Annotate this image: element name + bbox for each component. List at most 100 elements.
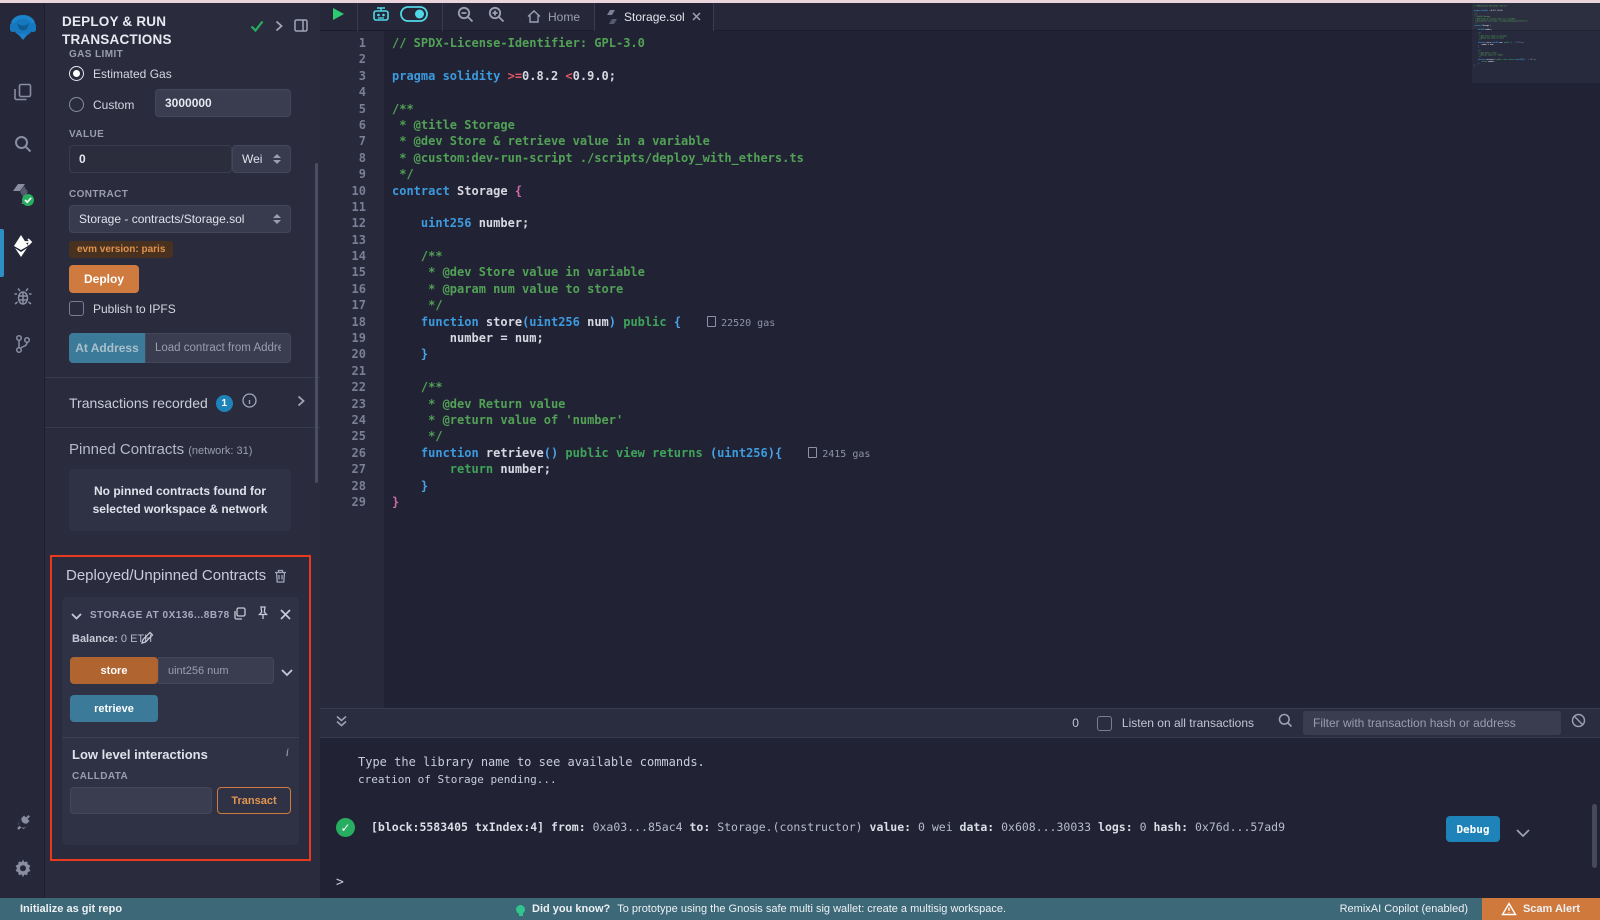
info-icon[interactable]: i — [286, 745, 289, 760]
pin-panel-icon[interactable] — [294, 19, 308, 37]
panel-scrollbar[interactable] — [315, 163, 318, 483]
terminal-scrollbar[interactable] — [1592, 804, 1597, 868]
code-line: 12 uint256 number; — [320, 215, 870, 231]
tab-home[interactable]: Home — [513, 10, 594, 24]
code-line: contract Storage { — [1474, 24, 1484, 26]
editor-toolbar: Home Storage.sol — [320, 3, 1600, 31]
debug-button[interactable]: Debug — [1446, 816, 1500, 842]
line-number: 15 — [320, 264, 366, 280]
collapse-terminal-icon[interactable] — [336, 714, 347, 732]
line-number: 17 — [320, 297, 366, 313]
remix-logo[interactable] — [0, 8, 45, 46]
expand-tx-chevron-icon[interactable] — [1516, 823, 1530, 842]
warning-triangle-icon — [1502, 903, 1516, 915]
at-address-button[interactable]: At Address — [69, 333, 145, 363]
custom-gas-input[interactable] — [155, 89, 291, 117]
code-content[interactable]: 1// SPDX-License-Identifier: GPL-3.023pr… — [320, 35, 870, 510]
line-number: 1 — [320, 35, 366, 51]
publish-ipfs-row[interactable]: Publish to IPFS — [69, 300, 176, 318]
publish-ipfs-checkbox[interactable] — [69, 301, 84, 316]
solidity-compiler-icon[interactable] — [0, 177, 45, 211]
deploy-button[interactable]: Deploy — [69, 265, 139, 293]
copilot-toggle[interactable] — [400, 6, 428, 27]
zoom-in-icon[interactable] — [488, 6, 505, 28]
terminal-line: Type the library name to see available c… — [358, 755, 705, 769]
transactions-recorded-row[interactable]: Transactions recorded 1 — [69, 393, 305, 413]
store-function-button[interactable]: store — [70, 657, 158, 684]
ai-copilot-robot-icon[interactable] — [372, 6, 390, 28]
close-tab-icon[interactable] — [692, 12, 701, 21]
contract-label: CONTRACT — [69, 189, 128, 200]
gas-estimate-badge: 22520 gas — [707, 318, 775, 329]
code-line: 2 — [320, 51, 870, 67]
listen-all-label: Listen on all transactions — [1122, 716, 1254, 730]
info-icon[interactable] — [242, 393, 257, 413]
deploy-run-panel: DEPLOY & RUN TRANSACTIONS GAS LIMIT Esti… — [45, 3, 320, 898]
icon-rail — [0, 3, 45, 898]
remove-instance-icon[interactable] — [280, 607, 291, 625]
transact-button[interactable]: Transact — [217, 787, 291, 814]
collapse-panel-chevron-icon[interactable] — [275, 19, 283, 37]
line-number: 14 — [320, 248, 366, 264]
search-icon[interactable] — [0, 127, 45, 161]
edit-balance-icon[interactable] — [140, 631, 154, 648]
calldata-input[interactable] — [70, 787, 212, 814]
settings-gear-icon[interactable] — [0, 851, 45, 885]
run-script-play-icon[interactable] — [332, 7, 345, 26]
line-number: 6 — [320, 117, 366, 133]
value-unit-select[interactable]: Wei — [232, 145, 291, 173]
git-icon[interactable] — [0, 327, 45, 361]
listen-all-checkbox[interactable] — [1097, 716, 1112, 731]
zoom-out-icon[interactable] — [457, 6, 474, 28]
plugin-manager-icon[interactable] — [0, 805, 45, 839]
estimated-gas-radio[interactable]: Estimated Gas — [69, 65, 172, 83]
compile-success-check-icon — [250, 19, 264, 37]
value-input[interactable] — [69, 145, 232, 173]
scam-alert-button[interactable]: Scam Alert — [1482, 898, 1600, 920]
collapse-instance-chevron-icon[interactable] — [71, 607, 82, 625]
line-number: 3 — [320, 68, 366, 84]
code-line: 27 return number; — [320, 461, 870, 477]
code-line: 6 * @title Storage — [320, 117, 870, 133]
minimap[interactable]: // SPDX-License-Identifier: GPL-3.0 pragm… — [1474, 5, 1554, 115]
code-line: 16 * @param num value to store — [320, 281, 870, 297]
code-line: 23 * @dev Return value — [320, 396, 870, 412]
terminal-output[interactable]: Type the library name to see available c… — [320, 738, 1600, 898]
expand-args-chevron-icon[interactable] — [281, 664, 293, 682]
stepper-icon[interactable] — [273, 154, 281, 164]
store-argument-input[interactable] — [158, 657, 274, 684]
custom-gas-radio[interactable]: Custom — [69, 96, 134, 114]
code-line: pragma solidity >=0.8.2 <0.9.0; — [1474, 9, 1484, 11]
search-icon — [1278, 713, 1293, 733]
pending-tx-count: 0 — [1072, 716, 1079, 730]
clear-console-icon[interactable] — [1571, 713, 1586, 733]
copy-address-icon[interactable] — [233, 607, 246, 625]
debugger-icon[interactable] — [0, 279, 45, 313]
line-number: 21 — [320, 363, 366, 379]
expand-chevron-icon[interactable] — [297, 394, 305, 412]
trash-icon[interactable] — [274, 569, 287, 588]
code-line: 11 — [320, 199, 870, 215]
copilot-status[interactable]: RemixAI Copilot (enabled) — [1340, 903, 1468, 915]
at-address-input[interactable] — [145, 333, 291, 363]
pin-contract-icon[interactable] — [257, 606, 269, 625]
contract-select[interactable]: Storage - contracts/Storage.sol — [69, 205, 291, 233]
filter-transactions-input[interactable] — [1303, 711, 1561, 735]
file-explorer-icon[interactable] — [0, 75, 45, 109]
git-init-button[interactable]: Initialize as git repo — [20, 903, 122, 915]
code-line: 25 */ — [320, 428, 870, 444]
gas-estimate-badge: 2415 gas — [808, 449, 870, 460]
tab-storage-sol[interactable]: Storage.sol — [594, 3, 714, 31]
terminal-prompt[interactable]: > — [336, 875, 344, 890]
stepper-icon[interactable] — [273, 214, 281, 224]
radio-unselected[interactable] — [69, 97, 84, 112]
line-number: 23 — [320, 396, 366, 412]
code-line: 9 */ — [320, 166, 870, 182]
radio-selected[interactable] — [69, 66, 84, 81]
evm-version-badge: evm version: paris — [69, 241, 173, 258]
line-number: 5 — [320, 101, 366, 117]
retrieve-function-button[interactable]: retrieve — [70, 695, 158, 722]
status-bar: Initialize as git repo Did you know? To … — [0, 898, 1600, 920]
deploy-run-icon[interactable] — [0, 229, 45, 263]
code-line: // SPDX-License-Identifier: GPL-3.0 — [1474, 5, 1484, 7]
